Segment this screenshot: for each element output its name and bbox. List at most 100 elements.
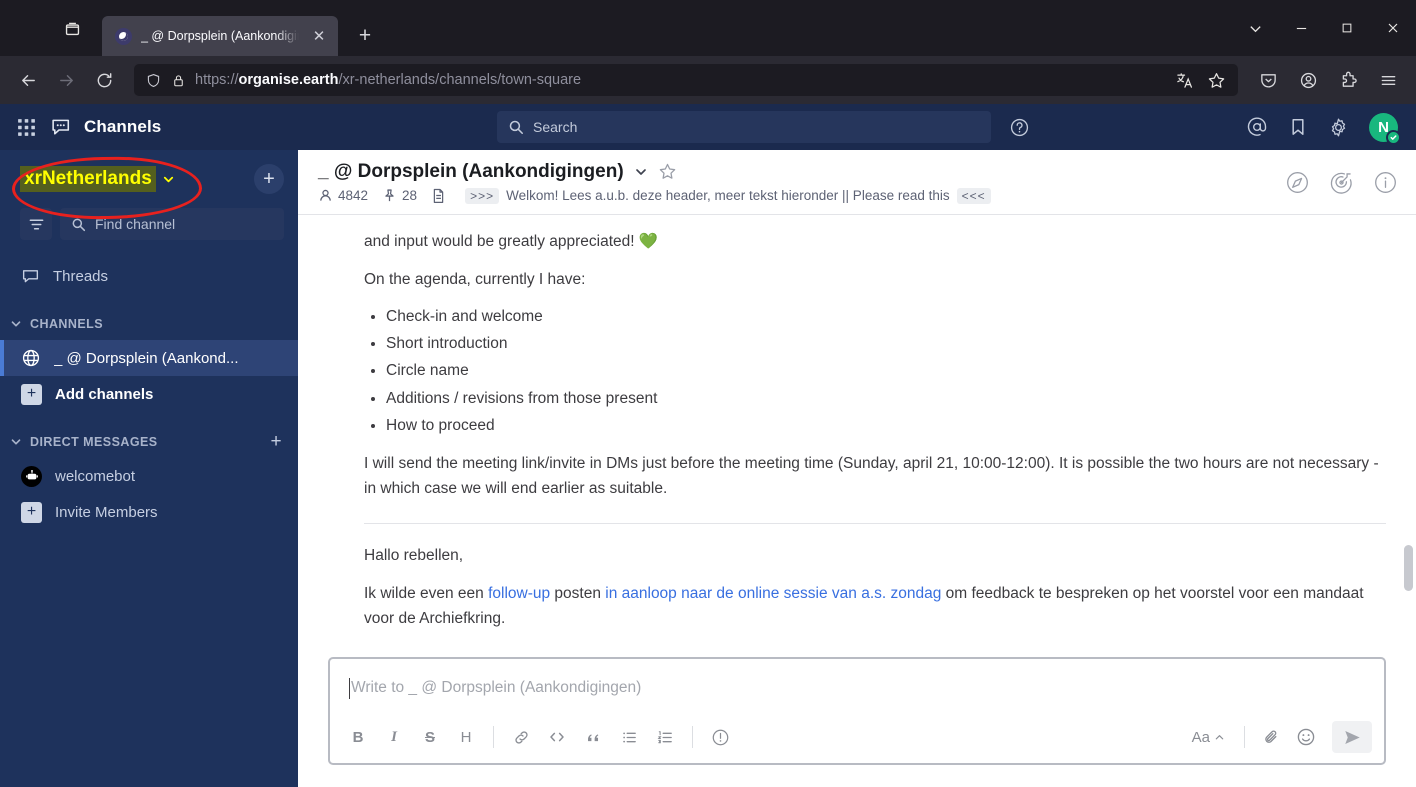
find-channel-input[interactable]: Find channel [60, 208, 284, 240]
quote-icon[interactable] [577, 721, 609, 753]
sidebar-item-threads[interactable]: Threads [0, 258, 298, 294]
link-icon[interactable] [505, 721, 537, 753]
code-icon[interactable] [541, 721, 573, 753]
search-placeholder: Search [533, 119, 578, 135]
browser-tab[interactable]: _ @ Dorpsplein (Aankondiginge ✕ [102, 16, 338, 56]
channel-purpose[interactable]: >>> Welkom! Lees a.u.b. deze header, mee… [465, 187, 991, 204]
playbooks-target-icon[interactable] [1329, 170, 1354, 195]
attachment-icon[interactable] [1255, 721, 1287, 753]
channel-info-navigator-icon[interactable] [1285, 170, 1310, 195]
app-root: Channels Search N xrNetherlands + Find c… [0, 104, 1416, 787]
add-direct-message-button[interactable]: + [270, 431, 282, 453]
settings-gear-icon[interactable] [1328, 117, 1349, 138]
channels-product-icon [50, 116, 73, 139]
favorite-star-icon[interactable] [658, 162, 677, 181]
message-paragraph: and input would be greatly appreciated! … [364, 233, 659, 250]
search-input[interactable]: Search [497, 111, 991, 143]
toolbar-separator [1244, 726, 1245, 748]
channel-files-icon[interactable] [431, 188, 446, 204]
emoji-icon[interactable] [1290, 721, 1322, 753]
sidebar: xrNetherlands + Find channel Threads CHA… [0, 150, 298, 787]
translate-icon[interactable] [1176, 71, 1195, 90]
shield-icon[interactable] [145, 72, 162, 89]
new-tab-button[interactable]: + [348, 19, 382, 53]
bookmark-star-icon[interactable] [1207, 71, 1226, 90]
member-count-value: 4842 [338, 188, 369, 203]
global-header: Channels Search N [0, 104, 1416, 150]
lock-icon [171, 73, 186, 88]
reload-button[interactable] [86, 62, 122, 98]
pocket-icon[interactable] [1250, 62, 1286, 98]
mentions-icon[interactable] [1246, 116, 1268, 138]
message-scrollbar-thumb[interactable] [1404, 545, 1413, 591]
tab-close-icon[interactable]: ✕ [308, 25, 330, 47]
message-composer[interactable]: Write to _ @ Dorpsplein (Aankondigingen)… [328, 657, 1386, 765]
italic-button[interactable]: I [378, 721, 410, 753]
window-close-button[interactable] [1370, 0, 1416, 56]
add-team-button[interactable]: + [254, 164, 284, 194]
sidebar-category-direct-messages[interactable]: DIRECT MESSAGES + [0, 426, 298, 458]
bulleted-list-icon[interactable] [613, 721, 645, 753]
sidebar-item-label: Add channels [55, 385, 154, 403]
font-size-toggle[interactable]: Aa [1183, 729, 1234, 746]
main-panel: _ @ Dorpsplein (Aankondigingen) 4842 28 … [298, 150, 1416, 787]
channel-header: _ @ Dorpsplein (Aankondigingen) 4842 28 … [298, 150, 1416, 215]
account-icon[interactable] [1290, 62, 1326, 98]
heading-button[interactable]: H [450, 721, 482, 753]
send-button[interactable] [1332, 721, 1372, 753]
forward-button[interactable] [48, 62, 84, 98]
sidebar-item-welcomebot[interactable]: welcomebot [0, 458, 298, 494]
session-link[interactable]: in aanloop naar de online sessie van a.s… [605, 585, 941, 602]
category-label: DIRECT MESSAGES [30, 435, 158, 449]
font-size-label: Aa [1191, 728, 1210, 746]
message-paragraph-with-links: Ik wilde even een follow-up posten in aa… [364, 581, 1386, 631]
chevron-down-icon [162, 173, 175, 186]
composer-toolbar: B I S H Aa [330, 715, 1384, 763]
chevron-up-icon [1214, 732, 1225, 743]
sidebar-item-add-channels[interactable]: + Add channels [0, 376, 298, 412]
channel-title[interactable]: _ @ Dorpsplein (Aankondigingen) [318, 161, 624, 183]
agenda-list: Check-in and welcome Short introduction … [386, 304, 1386, 438]
window-maximize-button[interactable] [1324, 0, 1370, 56]
find-channel-placeholder: Find channel [95, 216, 176, 232]
member-count[interactable]: 4842 [318, 188, 368, 203]
back-button[interactable] [10, 62, 46, 98]
user-avatar[interactable]: N [1369, 112, 1401, 145]
sidebar-item-label: Threads [53, 267, 109, 285]
formatting-help-icon[interactable] [704, 721, 736, 753]
list-item: How to proceed [386, 413, 1386, 438]
tab-list-chevron-down-icon[interactable] [1232, 0, 1278, 56]
sidebar-item-label: Invite Members [55, 503, 158, 521]
bot-avatar [21, 465, 42, 487]
pinned-count-value: 28 [402, 188, 418, 203]
chevron-down-icon[interactable] [634, 165, 648, 179]
follow-up-link[interactable]: follow-up [488, 585, 550, 602]
sidebar-category-channels[interactable]: CHANNELS [0, 308, 298, 340]
message-input[interactable]: Write to _ @ Dorpsplein (Aankondigingen) [330, 659, 1384, 715]
bold-button[interactable]: B [342, 721, 374, 753]
text-part: Ik wilde even een [364, 585, 489, 603]
url-bar[interactable]: https://organise.earth/xr-netherlands/ch… [133, 63, 1239, 97]
strikethrough-button[interactable]: S [414, 721, 446, 753]
message-divider [364, 522, 1386, 524]
team-name-button[interactable]: xrNetherlands [20, 166, 175, 192]
firefox-view-button[interactable] [50, 11, 94, 45]
extensions-icon[interactable] [1330, 62, 1366, 98]
saved-posts-icon[interactable] [1288, 117, 1308, 137]
help-icon[interactable] [991, 117, 1047, 138]
window-minimize-button[interactable] [1278, 0, 1324, 56]
find-channel-row: Find channel [0, 208, 298, 240]
channel-info-icon[interactable] [1373, 170, 1398, 195]
chevron-down-icon [10, 436, 22, 448]
channel-filter-icon[interactable] [20, 208, 52, 240]
app-menu-icon[interactable] [1370, 62, 1406, 98]
sidebar-item-dorpsplein[interactable]: _ @ Dorpsplein (Aankond... [0, 340, 298, 376]
pinned-count[interactable]: 28 [382, 188, 417, 203]
sidebar-item-invite-members[interactable]: + Invite Members [0, 494, 298, 530]
plus-square-icon: + [21, 383, 42, 405]
sidebar-item-label: welcomebot [55, 467, 136, 485]
text-part: posten [550, 585, 606, 603]
numbered-list-icon[interactable] [649, 721, 681, 753]
list-item: Circle name [386, 358, 1386, 383]
product-switcher-icon[interactable] [16, 117, 37, 138]
